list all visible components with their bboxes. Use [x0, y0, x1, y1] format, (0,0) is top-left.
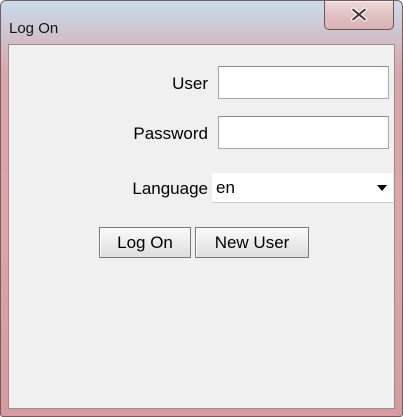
- new-user-button[interactable]: New User: [195, 227, 309, 258]
- title-bar[interactable]: Log On: [1, 1, 402, 44]
- user-label: User: [172, 74, 208, 93]
- language-label: Language: [132, 179, 208, 198]
- log-on-window: Log On User Password Language en Log On …: [0, 0, 403, 417]
- language-select[interactable]: en: [212, 173, 393, 203]
- close-button[interactable]: [324, 1, 394, 30]
- password-label: Password: [133, 124, 208, 143]
- window-title: Log On: [9, 20, 59, 37]
- dialog-body: User Password Language en Log On New Use…: [8, 44, 395, 409]
- close-icon: [351, 7, 367, 22]
- password-input[interactable]: [218, 116, 389, 149]
- user-input[interactable]: [218, 66, 389, 99]
- language-selected-value: en: [216, 178, 235, 197]
- chevron-down-icon: [377, 185, 387, 191]
- log-on-button[interactable]: Log On: [99, 227, 191, 258]
